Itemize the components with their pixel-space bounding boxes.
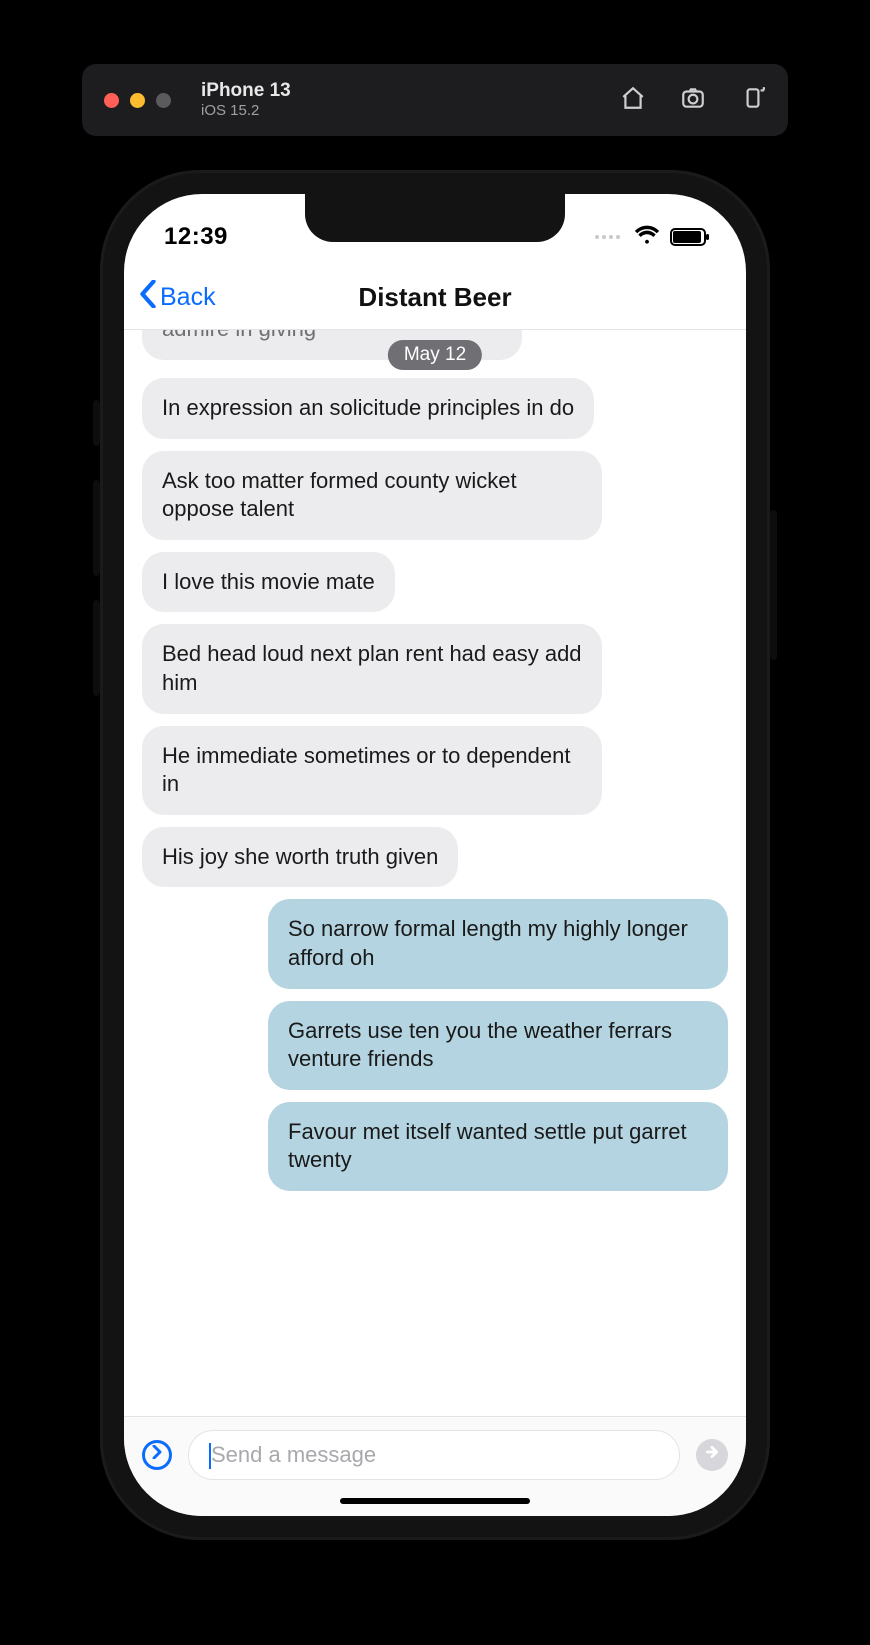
message-row: Favour met itself wanted settle put garr…	[142, 1102, 728, 1191]
text-caret	[209, 1443, 211, 1469]
send-button[interactable]	[696, 1439, 728, 1471]
page-title: Distant Beer	[358, 282, 511, 313]
message-bubble: In expression an solicitude principles i…	[142, 378, 594, 439]
back-label: Back	[160, 283, 216, 312]
side-button	[770, 510, 777, 660]
phone-frame: 12:39 Back Distant Beer	[100, 170, 770, 1540]
message-bubble: His joy she worth truth given	[142, 827, 458, 888]
window-traffic-lights[interactable]	[104, 93, 171, 108]
navigation-bar: Back Distant Beer	[124, 266, 746, 330]
phone-screen: 12:39 Back Distant Beer	[124, 194, 746, 1516]
message-bubble: Bed head loud next plan rent had easy ad…	[142, 624, 602, 713]
message-row: In expression an solicitude principles i…	[142, 378, 728, 439]
message-row: So narrow formal length my highly longer…	[142, 899, 728, 988]
message-row: His joy she worth truth given	[142, 827, 728, 888]
message-row: Ask too matter formed county wicket oppo…	[142, 451, 728, 540]
message-row: He immediate sometimes or to dependent i…	[142, 726, 728, 815]
home-icon[interactable]	[620, 85, 646, 116]
wifi-icon	[634, 225, 660, 250]
message-bubble: He immediate sometimes or to dependent i…	[142, 726, 602, 815]
message-input-field[interactable]	[188, 1430, 680, 1480]
message-row: Bed head loud next plan rent had easy ad…	[142, 624, 728, 713]
zoom-window-button[interactable]	[156, 93, 171, 108]
expand-button[interactable]	[142, 1440, 172, 1470]
message-bubble: I love this movie mate	[142, 552, 395, 613]
cellular-icon	[595, 235, 620, 239]
chat-scroll-area[interactable]: admire in giving May 12 In expression an…	[124, 330, 746, 1416]
rotate-icon[interactable]	[740, 85, 766, 116]
simulator-os-label: iOS 15.2	[201, 102, 291, 119]
message-bubble: Ask too matter formed county wicket oppo…	[142, 451, 602, 540]
message-input[interactable]	[209, 1441, 659, 1469]
date-separator: May 12	[388, 340, 482, 370]
minimize-window-button[interactable]	[130, 93, 145, 108]
close-window-button[interactable]	[104, 93, 119, 108]
mute-switch	[93, 400, 100, 446]
simulator-device-label: iPhone 13	[201, 80, 291, 102]
status-time: 12:39	[164, 223, 228, 251]
arrow-right-icon	[705, 1445, 719, 1464]
screenshot-icon[interactable]	[680, 85, 706, 116]
message-row: I love this movie mate	[142, 552, 728, 613]
message-bubble: So narrow formal length my highly longer…	[268, 899, 728, 988]
battery-icon	[670, 228, 706, 246]
simulator-title-block: iPhone 13 iOS 15.2	[201, 80, 291, 119]
simulator-toolbar: iPhone 13 iOS 15.2	[82, 64, 788, 136]
message-row: Garrets use ten you the weather ferrars …	[142, 1001, 728, 1090]
chevron-left-icon	[138, 280, 158, 315]
back-button[interactable]: Back	[138, 266, 216, 329]
message-bubble: Favour met itself wanted settle put garr…	[268, 1102, 728, 1191]
home-indicator[interactable]	[340, 1498, 530, 1504]
volume-down-button	[93, 600, 100, 696]
notch	[305, 194, 565, 242]
volume-up-button	[93, 480, 100, 576]
message-bubble: Garrets use ten you the weather ferrars …	[268, 1001, 728, 1090]
chevron-right-icon	[151, 1445, 163, 1464]
